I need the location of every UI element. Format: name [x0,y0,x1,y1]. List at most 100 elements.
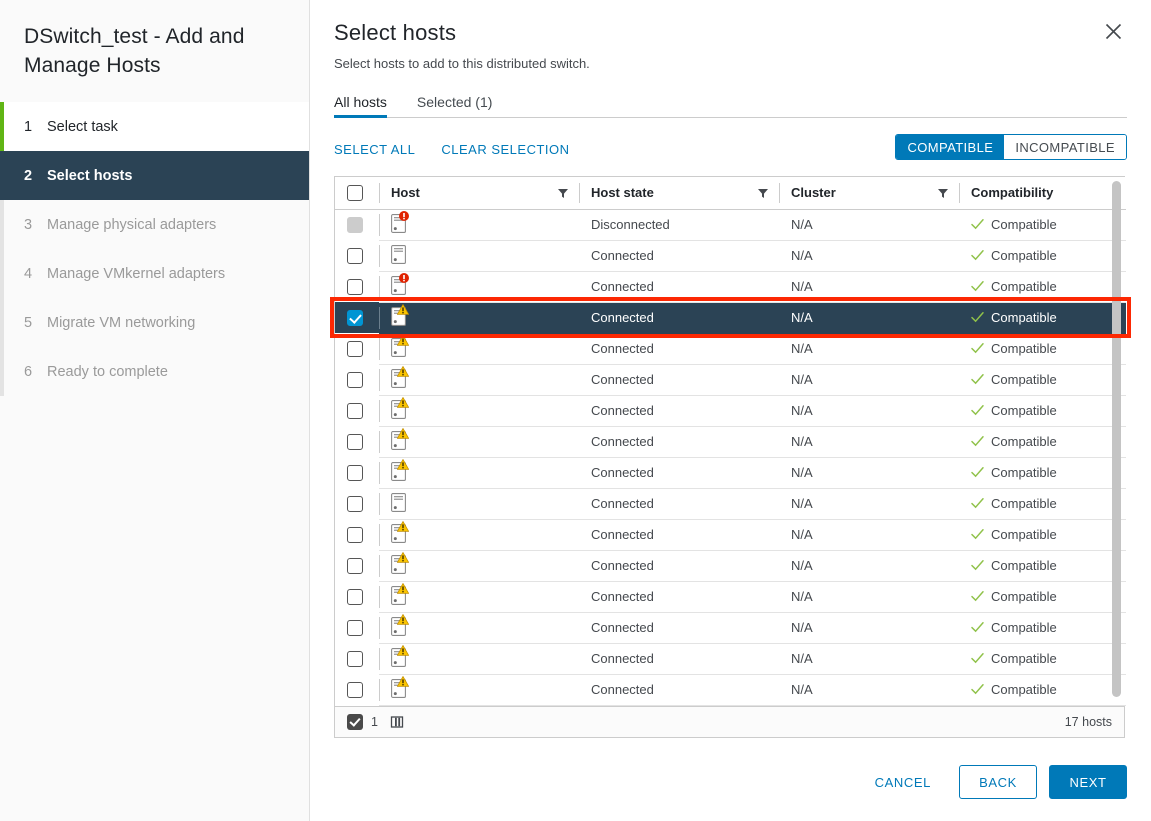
table-row[interactable]: ConnectedN/ACompatible [335,302,1126,333]
add-manage-hosts-dialog: DSwitch_test - Add and Manage Hosts 1 Se… [0,0,1151,821]
row-compatibility-cell: Compatible [959,550,1126,581]
back-button[interactable]: BACK [959,765,1037,799]
column-header-cluster[interactable]: Cluster [779,177,959,209]
tab-label: Selected (1) [417,94,492,110]
table-row[interactable]: ConnectedN/ACompatible [335,674,1126,705]
sidebar-step-select-task[interactable]: 1 Select task [0,102,309,151]
step-number: 6 [24,364,42,380]
select-all-button[interactable]: SELECT ALL [334,142,415,157]
close-icon[interactable] [1099,17,1127,45]
row-checkbox[interactable] [347,248,363,264]
compatible-check-icon [971,280,984,293]
filter-icon[interactable] [937,187,949,199]
server-icon [391,493,406,512]
warning-badge-icon [397,583,409,594]
compatible-check-icon [971,528,984,541]
server-warning-icon [391,369,406,388]
filter-compatible-button[interactable]: COMPATIBLE [896,135,1004,159]
row-checkbox[interactable] [347,651,363,667]
warning-badge-icon [397,428,409,439]
row-checkbox[interactable] [347,310,363,326]
row-compatibility: Compatible [991,248,1057,263]
compatibility-filter-group: COMPATIBLE INCOMPATIBLE [895,134,1127,160]
table-row[interactable]: ConnectedN/ACompatible [335,426,1126,457]
row-host-state: Connected [579,395,779,426]
tab-bar: All hosts Selected (1) [334,89,1127,118]
row-checkbox[interactable] [347,372,363,388]
compatible-check-icon [971,497,984,510]
table-row[interactable]: ConnectedN/ACompatible [335,643,1126,674]
cancel-button[interactable]: CANCEL [859,765,947,799]
row-checkbox[interactable] [347,682,363,698]
row-compatibility-cell: Compatible [959,333,1126,364]
table-row[interactable]: ConnectedN/ACompatible [335,488,1126,519]
scrollbar-thumb[interactable] [1112,181,1121,697]
row-compatibility: Compatible [991,341,1057,356]
row-checkbox[interactable] [347,341,363,357]
footer-selected-checkbox[interactable] [347,714,363,730]
tab-all-hosts[interactable]: All hosts [334,94,387,117]
table-row[interactable]: ConnectedN/ACompatible [335,364,1126,395]
server-error-icon [391,214,406,233]
row-checkbox[interactable] [347,589,363,605]
filter-incompatible-button[interactable]: INCOMPATIBLE [1004,135,1126,159]
clear-selection-button[interactable]: CLEAR SELECTION [441,142,569,157]
row-host-state: Connected [579,364,779,395]
server-warning-icon [391,431,406,450]
table-row[interactable]: ConnectedN/ACompatible [335,550,1126,581]
tab-selected[interactable]: Selected (1) [417,94,492,117]
table-row[interactable]: ConnectedN/ACompatible [335,395,1126,426]
table-row[interactable]: ConnectedN/ACompatible [335,519,1126,550]
row-checkbox[interactable] [347,434,363,450]
row-compatibility-cell: Compatible [959,209,1126,240]
row-checkbox[interactable] [347,403,363,419]
sidebar-step-select-hosts[interactable]: 2 Select hosts [0,151,309,200]
filter-icon[interactable] [757,187,769,199]
row-checkbox-cell [335,674,379,705]
filter-icon[interactable] [557,187,569,199]
table-row[interactable]: ConnectedN/ACompatible [335,333,1126,364]
sidebar-step-manage-physical-adapters[interactable]: 3 Manage physical adapters [0,200,309,249]
row-checkbox[interactable] [347,279,363,295]
row-compatibility: Compatible [991,620,1057,635]
table-row[interactable]: ConnectedN/ACompatible [335,240,1126,271]
row-host-cell [379,457,579,488]
row-cluster: N/A [779,395,959,426]
row-checkbox[interactable] [347,527,363,543]
sidebar-step-migrate-vm-networking[interactable]: 5 Migrate VM networking [0,298,309,347]
server-warning-icon [391,617,406,636]
warning-badge-icon [397,304,409,315]
wizard-steps: 1 Select task 2 Select hosts 3 Manage ph… [0,102,309,396]
row-checkbox[interactable] [347,496,363,512]
table-row[interactable]: ConnectedN/ACompatible [335,271,1126,302]
row-checkbox-cell [335,271,379,302]
step-label: Select hosts [47,168,132,184]
row-checkbox[interactable] [347,465,363,481]
table-row[interactable]: ConnectedN/ACompatible [335,612,1126,643]
row-compatibility: Compatible [991,589,1057,604]
row-host-state: Connected [579,519,779,550]
sidebar-step-manage-vmkernel-adapters[interactable]: 4 Manage VMkernel adapters [0,249,309,298]
server-warning-icon [391,400,406,419]
columns-icon[interactable] [390,715,404,729]
select-all-checkbox[interactable] [347,185,363,201]
tab-label: All hosts [334,94,387,110]
row-checkbox[interactable] [347,558,363,574]
column-header-host-state[interactable]: Host state [579,177,779,209]
next-button[interactable]: NEXT [1049,765,1127,799]
column-header-host[interactable]: Host [379,177,579,209]
row-checkbox-cell [335,333,379,364]
table-scrollbar[interactable] [1110,179,1122,735]
compatible-check-icon [971,683,984,696]
action-bar: SELECT ALL CLEAR SELECTION COMPATIBLE IN… [334,136,1127,162]
table-row[interactable]: ConnectedN/ACompatible [335,581,1126,612]
column-header-compatibility[interactable]: Compatibility [959,177,1126,209]
sidebar-step-ready-to-complete[interactable]: 6 Ready to complete [0,347,309,396]
server-warning-icon [391,555,406,574]
compatible-check-icon [971,404,984,417]
row-compatibility: Compatible [991,527,1057,542]
row-checkbox[interactable] [347,620,363,636]
table-row[interactable]: DisconnectedN/ACompatible [335,209,1126,240]
warning-badge-icon [397,335,409,346]
table-row[interactable]: ConnectedN/ACompatible [335,457,1126,488]
